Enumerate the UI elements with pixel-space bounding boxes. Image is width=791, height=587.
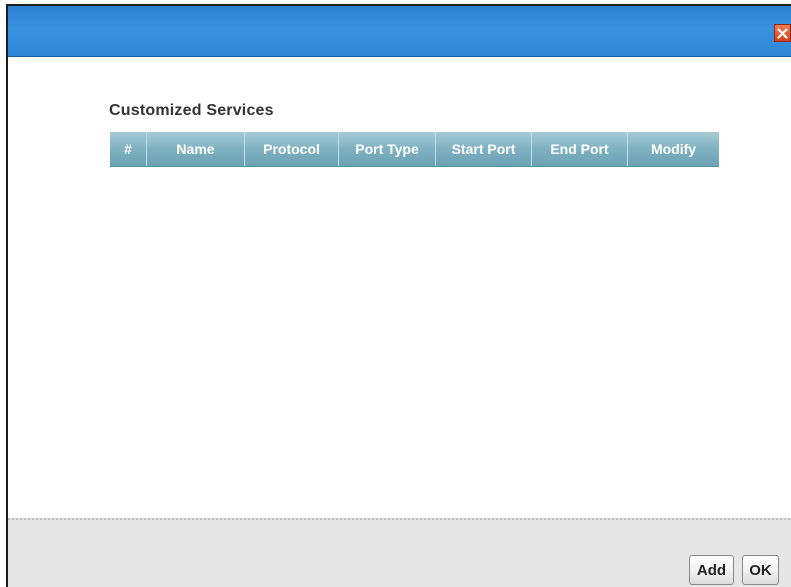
column-header-index: #: [110, 132, 147, 166]
customized-services-dialog: Customized Services # Name Protocol Port…: [6, 4, 791, 587]
add-button[interactable]: Add: [689, 555, 734, 585]
close-button[interactable]: [774, 24, 791, 42]
dialog-footer: Add OK: [8, 518, 791, 587]
column-header-name: Name: [147, 132, 245, 166]
close-x-icon: [777, 27, 788, 39]
column-header-start-port: Start Port: [436, 132, 532, 166]
services-table-header: # Name Protocol Port Type Start Port End…: [110, 132, 719, 167]
column-header-end-port: End Port: [532, 132, 628, 166]
column-header-protocol: Protocol: [245, 132, 339, 166]
ok-button[interactable]: OK: [742, 555, 779, 585]
section-title: Customized Services: [109, 102, 274, 119]
column-header-port-type: Port Type: [339, 132, 436, 166]
dialog-titlebar: [8, 6, 791, 57]
dialog-content: Customized Services # Name Protocol Port…: [8, 57, 791, 518]
column-header-modify: Modify: [650, 141, 697, 157]
